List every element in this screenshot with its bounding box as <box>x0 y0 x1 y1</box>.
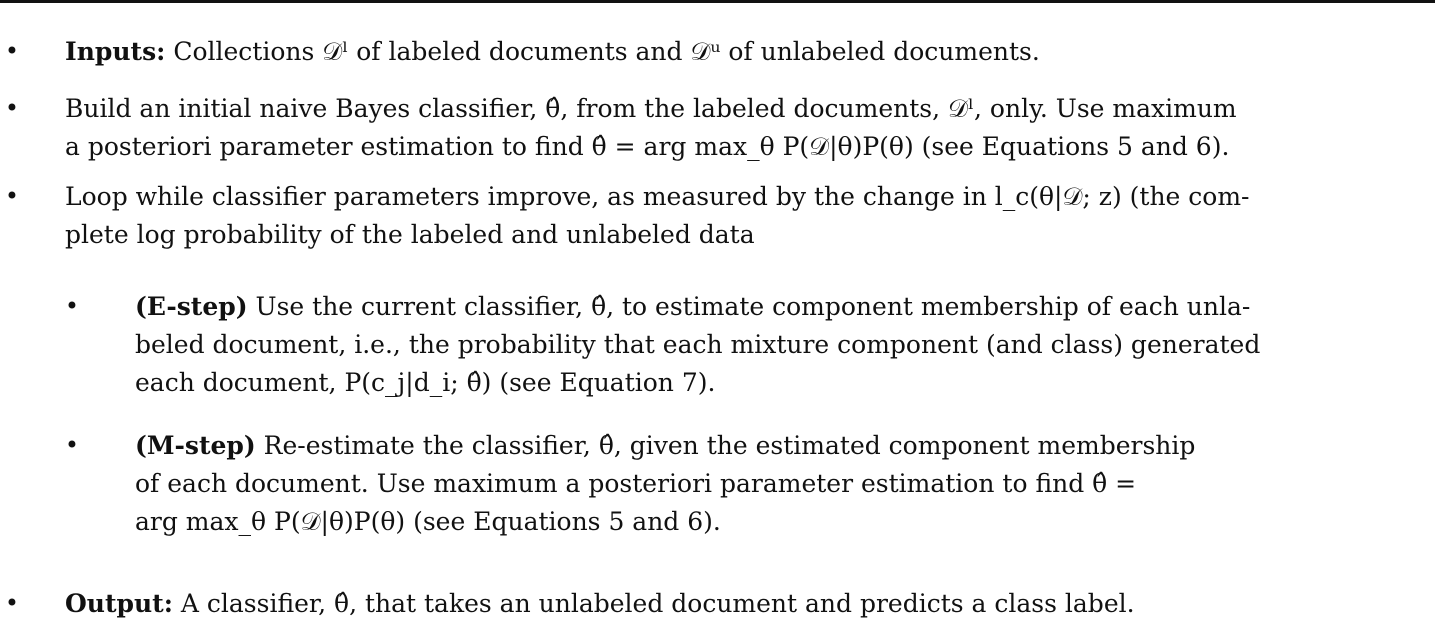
list-item-text: (E-step) Use the current classifier, θ̂,… <box>135 288 1260 402</box>
e-step-label: (E-step) <box>135 292 248 321</box>
e-step-line-2: beled document, i.e., the probability th… <box>135 330 1261 359</box>
build-line-2: a posteriori parameter estimation to fin… <box>65 132 1230 161</box>
m-step-line-1: Re-estimate the classifier, θ̂, given th… <box>263 431 1196 460</box>
bullet-icon: • <box>64 431 80 459</box>
loop-line-1: Loop while classifier parameters improve… <box>65 182 1250 211</box>
bullet-icon: • <box>4 589 20 617</box>
bullet-icon: • <box>64 292 80 320</box>
e-step-line-1: Use the current classifier, θ̂, to estim… <box>255 292 1251 321</box>
m-step-label: (M-step) <box>135 431 256 460</box>
list-item-text: (M-step) Re-estimate the classifier, θ̂,… <box>135 427 1195 541</box>
loop-line-2: plete log probability of the labeled and… <box>65 220 755 249</box>
list-item-text: Output: A classifier, θ̂, that takes an … <box>65 585 1135 623</box>
output-label: Output: <box>65 589 173 618</box>
algorithm-box: • Inputs: Collections 𝒟ˡ of labeled docu… <box>0 0 1435 620</box>
list-item-text: Build an initial naive Bayes classifier,… <box>65 90 1237 166</box>
list-item-text: Loop while classifier parameters improve… <box>65 178 1250 254</box>
inputs-text: Collections 𝒟ˡ of labeled documents and … <box>173 37 1040 66</box>
m-step-line-3: arg max_θ P(𝒟|θ)P(θ) (see Equations 5 an… <box>135 507 721 536</box>
list-item-text: Inputs: Collections 𝒟ˡ of labeled docume… <box>65 33 1040 71</box>
m-step-line-2: of each document. Use maximum a posterio… <box>135 469 1137 498</box>
bullet-icon: • <box>4 182 20 210</box>
build-line-1: Build an initial naive Bayes classifier,… <box>65 94 1237 123</box>
bullet-icon: • <box>4 37 20 65</box>
output-text: A classifier, θ̂, that takes an unlabele… <box>180 589 1135 618</box>
bullet-icon: • <box>4 94 20 122</box>
e-step-line-3: each document, P(c_j|d_i; θ̂) (see Equat… <box>135 368 716 397</box>
inputs-label: Inputs: <box>65 37 166 66</box>
